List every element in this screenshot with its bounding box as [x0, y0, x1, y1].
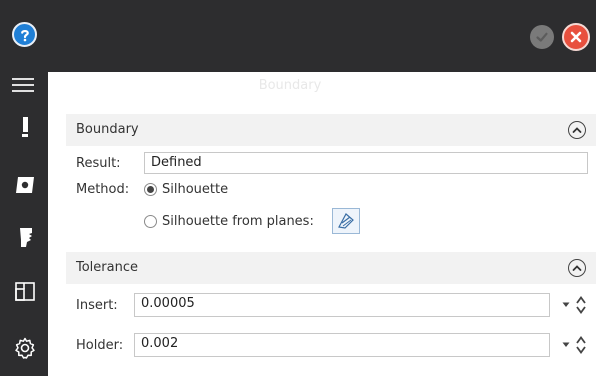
stock-icon[interactable]	[12, 278, 38, 304]
x-glyph	[570, 31, 582, 43]
boundary-group-header[interactable]: Boundary	[66, 114, 596, 146]
holder-spinner-icon[interactable]	[576, 335, 586, 355]
select-planes-icon[interactable]	[332, 208, 360, 234]
chevron-down-glyph	[562, 342, 570, 347]
planes-glyph	[338, 213, 354, 229]
radio-silhouette-from-planes[interactable]: Silhouette from planes:	[144, 214, 314, 229]
holder-label: Holder:	[76, 338, 124, 353]
chevron-up-glyph	[572, 265, 582, 271]
check-glyph	[536, 32, 548, 42]
help-icon[interactable]	[12, 22, 37, 47]
settings-gear-icon[interactable]	[12, 335, 38, 361]
ok-check-icon[interactable]	[530, 25, 554, 49]
question-mark-glyph	[20, 29, 29, 41]
tolerance-group-title: Tolerance	[76, 260, 138, 275]
silhouette-option-label: Silhouette	[162, 182, 229, 197]
result-field: Defined	[144, 152, 588, 174]
radio-button-selected[interactable]	[144, 183, 157, 196]
chevron-up-glyph	[572, 127, 582, 133]
spinner-glyph	[576, 335, 586, 355]
window-title: Boundary	[258, 78, 322, 93]
chevron-down-glyph	[562, 302, 570, 307]
insert-dropdown-icon[interactable]	[562, 299, 570, 311]
holder-icon[interactable]	[12, 224, 38, 250]
title-bar	[0, 0, 596, 72]
hamburger-menu-icon[interactable]	[12, 78, 34, 92]
insert-label: Insert:	[76, 298, 118, 313]
insert-input[interactable]: 0.00005	[134, 293, 550, 317]
tolerance-group-header[interactable]: Tolerance	[66, 252, 596, 284]
insert-spinner-icon[interactable]	[576, 295, 586, 315]
method-label: Method:	[76, 182, 130, 197]
holder-input[interactable]: 0.002	[134, 333, 550, 357]
radio-button-unselected[interactable]	[144, 215, 157, 228]
holder-dropdown-icon[interactable]	[562, 339, 570, 351]
tool-icon[interactable]	[12, 114, 38, 140]
tool-glyph	[22, 117, 28, 137]
boundary-group-title: Boundary	[76, 122, 139, 137]
gear-glyph	[15, 337, 35, 359]
collapse-boundary-icon[interactable]	[568, 121, 586, 139]
cancel-close-icon[interactable]	[562, 23, 590, 51]
stock-glyph	[15, 282, 35, 301]
collapse-tolerance-icon[interactable]	[568, 259, 586, 277]
silhouette-from-planes-label: Silhouette from planes:	[162, 214, 314, 229]
boundary-icon[interactable]	[12, 172, 38, 198]
boundary-glyph	[16, 177, 34, 193]
result-label: Result:	[76, 156, 121, 171]
radio-silhouette[interactable]: Silhouette	[144, 182, 228, 197]
spinner-glyph	[576, 295, 586, 315]
holder-glyph	[20, 228, 32, 247]
